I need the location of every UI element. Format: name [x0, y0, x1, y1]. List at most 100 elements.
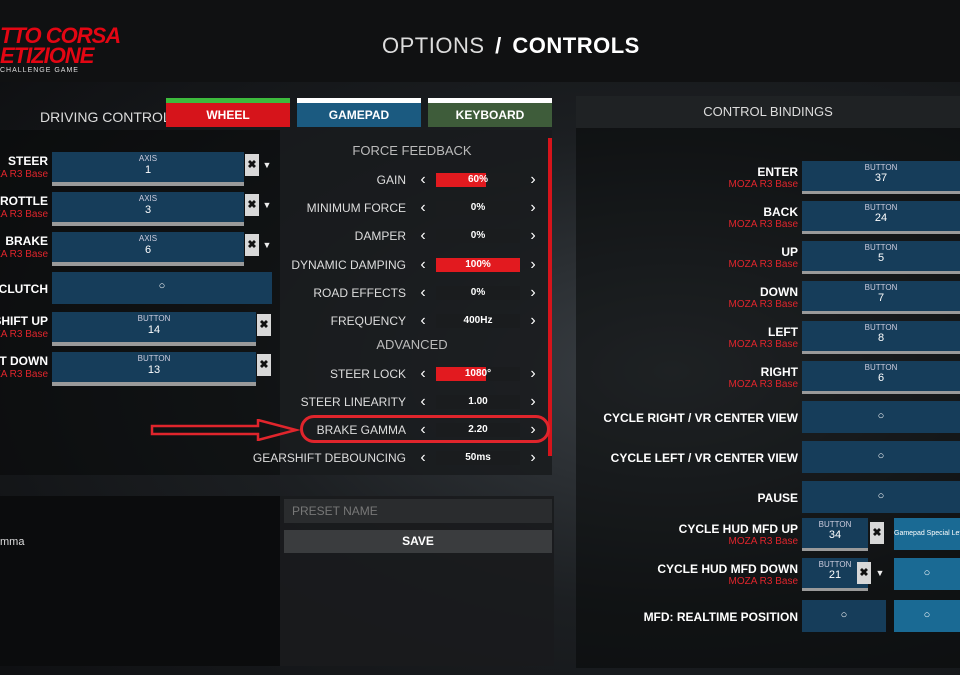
- chevron-down-icon[interactable]: ▼: [262, 154, 272, 176]
- chevron-down-icon[interactable]: ▼: [262, 194, 272, 216]
- chevron-right-icon[interactable]: ›: [526, 448, 540, 468]
- secondary-binding-box[interactable]: ○: [894, 600, 960, 632]
- binding-type: AXIS: [138, 234, 158, 243]
- binding-box-steer[interactable]: AXIS 1: [52, 152, 244, 186]
- binding-type: BUTTON: [818, 520, 852, 529]
- chevron-down-icon[interactable]: ▼: [875, 562, 885, 584]
- binding-box[interactable]: BUTTON 7: [802, 281, 960, 314]
- clear-binding-button[interactable]: ✖: [870, 522, 884, 544]
- binding-box[interactable]: BUTTON 6: [802, 361, 960, 394]
- binding-box[interactable]: BUTTON 8: [802, 321, 960, 354]
- binding-value: 3: [144, 204, 152, 216]
- save-button[interactable]: SAVE: [284, 530, 552, 553]
- binding-box[interactable]: ○: [802, 600, 886, 632]
- clear-binding-button[interactable]: ✖: [857, 562, 871, 584]
- setting-value: 0%: [470, 202, 486, 214]
- binding-box[interactable]: BUTTON 24: [802, 201, 960, 234]
- clear-binding-button[interactable]: ✖: [245, 154, 259, 176]
- setting-value-bar[interactable]: 100%: [436, 257, 520, 272]
- setting-value-bar[interactable]: 1.00: [436, 395, 520, 409]
- setting-value-bar[interactable]: 60%: [436, 173, 520, 187]
- binding-value: ○: [877, 490, 885, 502]
- chevron-left-icon[interactable]: ‹: [416, 311, 430, 331]
- description-text: mma: [0, 536, 25, 548]
- binding-box[interactable]: ○: [802, 401, 960, 433]
- scrollbar[interactable]: [548, 138, 552, 456]
- setting-value-bar[interactable]: 0%: [436, 285, 520, 300]
- binding-name: UP: [781, 245, 798, 259]
- setting-value-bar[interactable]: 400Hz: [436, 314, 520, 328]
- binding-box-clutch[interactable]: ○: [52, 272, 272, 304]
- chevron-left-icon[interactable]: ‹: [416, 448, 430, 468]
- binding-type: BUTTON: [864, 243, 898, 252]
- tab-keyboard[interactable]: KEYBOARD: [428, 98, 552, 127]
- breadcrumb-options[interactable]: OPTIONS: [382, 33, 485, 58]
- binding-box-shift-down[interactable]: BUTTON 13: [52, 352, 256, 386]
- control-device: MOZA R3 Base: [0, 329, 48, 340]
- binding-value: 14: [147, 324, 161, 336]
- preset-name-input[interactable]: PRESET NAME: [284, 499, 552, 523]
- chevron-right-icon[interactable]: ›: [526, 364, 540, 384]
- secondary-binding-box[interactable]: Gamepad Special Left: [894, 518, 960, 550]
- binding-box[interactable]: BUTTON 5: [802, 241, 960, 274]
- binding-name: BACK: [763, 205, 798, 219]
- binding-type: BUTTON: [864, 203, 898, 212]
- binding-value: ○: [158, 280, 166, 292]
- binding-name: DOWN: [760, 285, 798, 299]
- setting-value-bar[interactable]: 50ms: [436, 451, 520, 465]
- binding-name: PAUSE: [757, 491, 798, 505]
- binding-type: BUTTON: [864, 323, 898, 332]
- setting-value-bar[interactable]: 1080°: [436, 367, 520, 381]
- chevron-left-icon[interactable]: ‹: [416, 170, 430, 190]
- binding-device: MOZA R3 Base: [728, 576, 798, 587]
- setting-label: ROAD EFFECTS: [313, 285, 406, 300]
- chevron-left-icon[interactable]: ‹: [416, 198, 430, 218]
- setting-value-bar[interactable]: 0%: [436, 229, 520, 244]
- chevron-right-icon[interactable]: ›: [526, 311, 540, 331]
- binding-box[interactable]: ○: [802, 441, 960, 473]
- setting-label: MINIMUM FORCE: [306, 201, 406, 216]
- clear-binding-button[interactable]: ✖: [257, 314, 271, 336]
- binding-device: MOZA R3 Base: [728, 219, 798, 230]
- chevron-left-icon[interactable]: ‹: [416, 364, 430, 384]
- section-advanced: ADVANCED: [376, 337, 448, 352]
- tab-wheel[interactable]: WHEEL: [166, 98, 290, 127]
- setting-value-bar[interactable]: 0%: [436, 201, 520, 216]
- binding-box-throttle[interactable]: AXIS 3: [52, 192, 244, 226]
- binding-box-brake[interactable]: AXIS 6: [52, 232, 244, 266]
- control-name: STEER: [7, 154, 48, 168]
- binding-name: CYCLE HUD MFD DOWN: [657, 562, 798, 576]
- breadcrumb-separator: /: [495, 33, 502, 58]
- tab-gamepad[interactable]: GAMEPAD: [297, 98, 421, 127]
- chevron-left-icon[interactable]: ‹: [416, 392, 430, 412]
- secondary-binding-box[interactable]: ○: [894, 558, 960, 590]
- binding-box[interactable]: ○: [802, 481, 960, 513]
- binding-value: ○: [877, 450, 885, 462]
- binding-value: 6: [144, 244, 152, 256]
- chevron-left-icon[interactable]: ‹: [416, 283, 430, 303]
- binding-box[interactable]: BUTTON 37: [802, 161, 960, 194]
- clear-binding-button[interactable]: ✖: [245, 194, 259, 216]
- binding-box-shift-up[interactable]: BUTTON 14: [52, 312, 256, 346]
- chevron-right-icon[interactable]: ›: [526, 392, 540, 412]
- binding-box[interactable]: BUTTON 34: [802, 518, 868, 551]
- control-row-shift-up: SHIFT UP MOZA R3 Base BUTTON 14 ✖: [0, 312, 280, 348]
- binding-name: RIGHT: [760, 365, 798, 379]
- chevron-down-icon[interactable]: ▼: [262, 234, 272, 256]
- chevron-right-icon[interactable]: ›: [526, 283, 540, 303]
- chevron-right-icon[interactable]: ›: [526, 198, 540, 218]
- logo-line-2: ETIZIONE: [0, 43, 94, 68]
- binding-type: AXIS: [138, 194, 158, 203]
- clear-binding-button[interactable]: ✖: [245, 234, 259, 256]
- control-name: THROTTLE: [0, 194, 48, 208]
- binding-device: MOZA R3 Base: [728, 259, 798, 270]
- binding-device: MOZA R3 Base: [728, 299, 798, 310]
- clear-binding-button[interactable]: ✖: [257, 354, 271, 376]
- chevron-left-icon[interactable]: ‹: [416, 255, 430, 275]
- chevron-right-icon[interactable]: ›: [526, 255, 540, 275]
- chevron-left-icon[interactable]: ‹: [416, 226, 430, 246]
- binding-value: 34: [828, 529, 842, 541]
- chevron-right-icon[interactable]: ›: [526, 226, 540, 246]
- setting-label: GAIN: [376, 173, 406, 187]
- chevron-right-icon[interactable]: ›: [526, 170, 540, 190]
